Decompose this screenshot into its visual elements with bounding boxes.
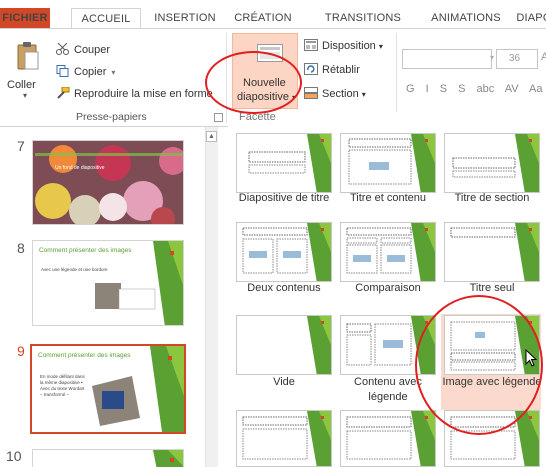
group-separator (396, 33, 397, 123)
layout-preview (346, 223, 435, 281)
section-label: Section (322, 88, 359, 100)
layout-thumb-title-only[interactable] (444, 222, 540, 282)
tab-animations[interactable]: ANIMATIONS (418, 8, 514, 29)
chevron-down-icon: ▾ (378, 42, 383, 51)
layout-thumb-title-slide[interactable] (236, 133, 332, 193)
layout-label: Titre de section (454, 192, 530, 204)
slide-number: 9 (17, 343, 25, 359)
layout-label: Diapositive de titre (238, 192, 330, 204)
slide-number: 8 (17, 240, 25, 256)
layout-preview (348, 134, 435, 192)
paste-button[interactable]: Coller (7, 79, 36, 91)
layout-label: Comparaison (355, 282, 421, 294)
layout-thumb-row4-1[interactable] (236, 410, 332, 467)
layout-thumb-title-content[interactable] (340, 133, 436, 193)
layout-button[interactable]: Disposition ▾ (304, 39, 383, 52)
gallery-caption-strip (228, 112, 546, 128)
reset-icon (304, 63, 318, 75)
chevron-down-icon[interactable]: ▾ (23, 91, 27, 100)
slide-bullet: Avec une légende et une bordure (41, 267, 108, 272)
font-grow-icon[interactable]: A (541, 51, 546, 63)
layout-label: Titre seul (469, 282, 515, 294)
slide-thumbnail-7[interactable]: Un fond de diapositive (32, 140, 184, 225)
format-painter-label: Reproduire la mise en forme (74, 88, 213, 100)
layout-thumb-comparison[interactable] (340, 222, 436, 282)
slide-title: Comment présenter des images (38, 352, 131, 359)
layout-preview (242, 223, 331, 281)
slide-thumbnail-8[interactable]: Comment présenter des images Avec une lé… (32, 240, 184, 326)
slide-number: 7 (17, 138, 25, 154)
layout-preview (242, 411, 331, 466)
tab-file[interactable]: FICHIER (0, 8, 50, 29)
layout-label: Deux contenus (247, 282, 321, 294)
layout-preview (307, 316, 331, 374)
font-size-combobox[interactable]: 36 (496, 49, 538, 69)
chevron-down-icon: ▾ (361, 90, 366, 99)
pane-scrollbar[interactable] (205, 127, 218, 467)
layout-preview (452, 134, 539, 192)
layout-icon (304, 39, 318, 51)
section-button[interactable]: Section ▾ (304, 87, 366, 100)
tab-slideshow[interactable]: DIAPO (514, 8, 546, 29)
slide-accent-bar (35, 153, 183, 156)
tab-insert[interactable]: INSERTION (150, 8, 220, 29)
green-theme-shape (153, 450, 183, 467)
layout-thumb-row4-2[interactable] (340, 410, 436, 467)
cut-button[interactable]: Couper (56, 43, 110, 56)
slide-thumbnail-10[interactable] (32, 449, 184, 467)
tab-design[interactable]: CRÉATION (230, 8, 296, 29)
scissors-icon (56, 43, 69, 55)
section-icon (304, 87, 318, 99)
paintbrush-icon (57, 87, 70, 99)
font-format-buttons[interactable]: G I S S abc AV Aa (406, 83, 542, 95)
copy-button[interactable]: Copier ▾ (56, 65, 115, 78)
annotation-circle-new-slide (205, 51, 302, 114)
slide-number: 10 (6, 448, 22, 464)
clipboard-group-label: Presse-papiers (76, 111, 147, 123)
format-painter-button[interactable]: Reproduire la mise en forme (56, 87, 213, 100)
layout-label: Vide (273, 376, 295, 388)
slide-thumbnail-9[interactable]: Comment présenter des images En mode déf… (30, 344, 186, 434)
scroll-up-arrow-icon[interactable]: ▲ (206, 131, 217, 142)
paste-icon[interactable] (16, 41, 40, 71)
layout-thumb-blank[interactable] (236, 315, 332, 375)
dialog-launcher-icon[interactable] (214, 113, 223, 122)
layout-label: Titre et contenu (349, 192, 427, 204)
layout-thumb-two-content[interactable] (236, 222, 332, 282)
chevron-down-icon[interactable]: ▾ (490, 53, 494, 62)
layout-thumb-section-header[interactable] (444, 133, 540, 193)
tab-transitions[interactable]: TRANSITIONS (318, 8, 408, 29)
annotation-circle-picture-layout (415, 295, 543, 435)
chevron-down-icon[interactable]: ▾ (111, 68, 115, 77)
copy-icon (56, 65, 69, 77)
slide-title: Comment présenter des images (39, 247, 132, 254)
slide-bullet: En mode défilant dans la même diapositiv… (40, 374, 85, 397)
layout-preview (248, 134, 331, 192)
ribbon-tab-bar: FICHIER ACCUEIL INSERTION CRÉATION TRANS… (0, 0, 546, 29)
reset-label: Rétablir (322, 64, 360, 76)
tab-home[interactable]: ACCUEIL (71, 8, 141, 29)
font-name-combobox[interactable] (402, 49, 492, 69)
layout-label: Disposition (322, 40, 376, 52)
layout-preview (450, 223, 539, 281)
cut-label: Couper (74, 44, 111, 56)
copy-label: Copier (74, 66, 107, 78)
reset-button[interactable]: Rétablir (304, 63, 360, 76)
layout-preview (346, 411, 435, 466)
